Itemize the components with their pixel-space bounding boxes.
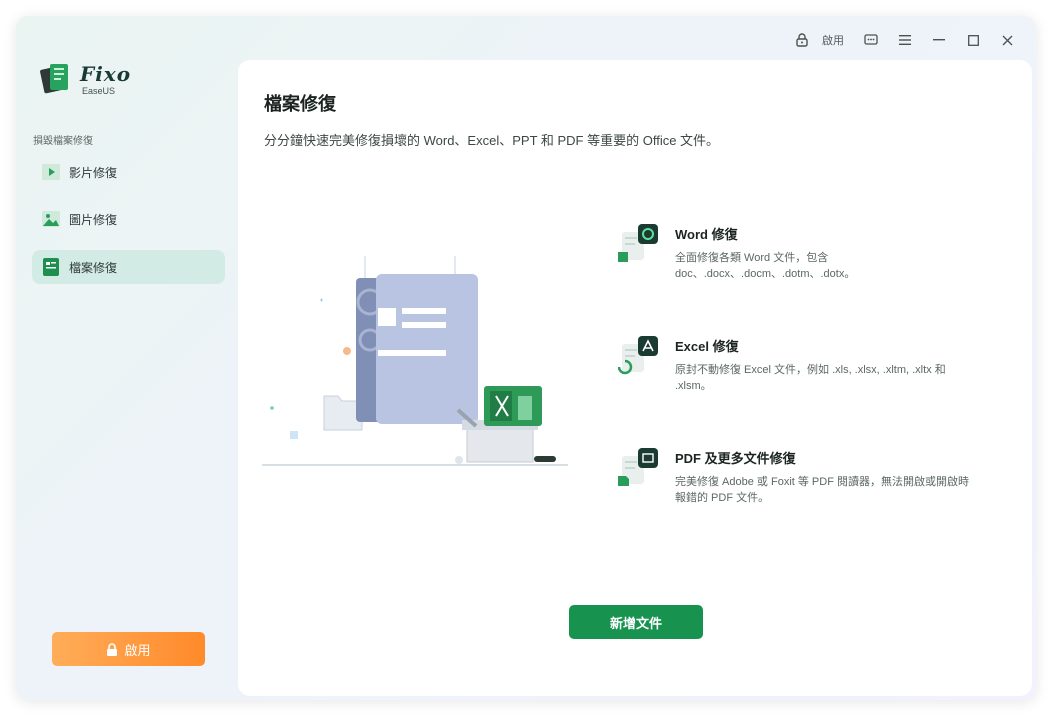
feature-desc-line: 完美修復 Adobe 或 Foxit 等 PDF 閱讀器，無法開啟或開啟時 [675, 476, 969, 488]
app-logo: Fixo EaseUS [40, 60, 160, 100]
feature-title: Excel 修復 [675, 339, 739, 354]
close-icon [1002, 35, 1012, 45]
file-repair-illustration [262, 256, 568, 466]
menu-button[interactable] [888, 30, 922, 50]
close-button[interactable] [990, 30, 1024, 50]
feature-description: 全面修復各類 Word 文件，包含 doc、.docx、.docm、.dotm、… [675, 250, 1005, 282]
video-icon [42, 164, 60, 180]
maximize-icon [967, 34, 979, 46]
app-window: Fixo EaseUS 損毀檔案修復 影片修復 圖片修復 檔案修復 啟用 啟用 … [16, 16, 1036, 700]
feature-description: 原封不動修復 Excel 文件，例如 .xls, .xlsx, .xltm, .… [675, 362, 1005, 394]
app-name: Fixo [80, 62, 132, 86]
menu-icon [899, 35, 911, 45]
sidebar-item-image-repair[interactable]: 圖片修復 [32, 202, 225, 236]
feedback-button[interactable] [854, 30, 888, 50]
title-bar: 啟用 [796, 30, 1024, 50]
minimize-button[interactable] [922, 30, 956, 50]
titlebar-activate-button[interactable]: 啟用 [796, 32, 844, 48]
feature-desc-line: 全面修復各類 Word 文件，包含 [675, 252, 829, 264]
feature-desc-line: doc、.docx、.docm、.dotm、.dotx。 [675, 268, 856, 280]
sidebar-section-label: 損毀檔案修復 [33, 136, 93, 147]
lock-icon [796, 33, 808, 47]
feedback-icon [864, 33, 878, 45]
feature-desc-line: 報錯的 PDF 文件。 [675, 492, 770, 504]
sidebar-item-label: 影片修復 [69, 165, 118, 180]
sidebar-item-video-repair[interactable]: 影片修復 [32, 155, 225, 189]
image-icon [42, 211, 60, 227]
app-subtitle: EaseUS [82, 86, 116, 96]
pdf-repair-icon [618, 448, 658, 486]
fixo-logo-icon [40, 64, 68, 94]
activate-button-label: 啟用 [124, 642, 151, 658]
activate-button[interactable]: 啟用 [52, 632, 205, 666]
excel-repair-icon [618, 336, 658, 375]
sidebar-item-label: 圖片修復 [69, 212, 118, 227]
word-repair-icon [618, 224, 658, 262]
maximize-button[interactable] [956, 30, 990, 50]
feature-title: Word 修復 [675, 227, 738, 242]
sidebar-item-file-repair[interactable]: 檔案修復 [32, 250, 225, 284]
add-file-button[interactable]: 新增文件 [569, 605, 703, 639]
feature-desc-line: .xlsm。 [675, 380, 712, 392]
document-icon [43, 258, 59, 276]
feature-description: 完美修復 Adobe 或 Foxit 等 PDF 閱讀器，無法開啟或開啟時 報錯… [675, 474, 1005, 506]
sidebar-item-label: 檔案修復 [69, 260, 118, 275]
titlebar-activate-label: 啟用 [822, 35, 844, 47]
lock-icon [107, 642, 118, 656]
page-title: 檔案修復 [264, 94, 336, 114]
feature-desc-line: 原封不動修復 Excel 文件，例如 .xls, .xlsx, .xltm, .… [675, 364, 946, 376]
main-panel: 檔案修復 分分鐘快速完美修復損壞的 Word、Excel、PPT 和 PDF 等… [238, 60, 1032, 696]
minimize-icon [933, 39, 945, 41]
feature-title: PDF 及更多文件修復 [675, 451, 796, 466]
page-description: 分分鐘快速完美修復損壞的 Word、Excel、PPT 和 PDF 等重要的 O… [264, 133, 720, 148]
